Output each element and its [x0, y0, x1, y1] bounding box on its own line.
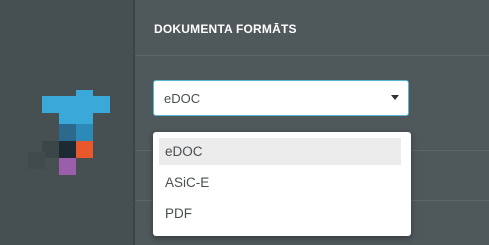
logo-pixel [59, 96, 76, 113]
format-option-pdf[interactable]: PDF [159, 200, 401, 227]
format-select-value: eDOC [164, 91, 201, 106]
logo-pixel [76, 90, 93, 107]
section-title: DOKUMENTA FORMĀTS [154, 22, 297, 36]
format-select[interactable]: eDOC [153, 80, 409, 116]
left-panel [0, 0, 133, 245]
format-dropdown-menu: eDOC ASiC-E PDF [153, 132, 411, 236]
dropdown-arrow-icon[interactable] [391, 95, 399, 100]
section-header: DOKUMENTA FORMĀTS [135, 0, 489, 56]
logo-pixel [76, 124, 93, 141]
logo-pixel [93, 96, 110, 113]
format-option-asic-e[interactable]: ASiC-E [159, 169, 401, 196]
logo-pixel [42, 96, 59, 113]
logo-pixel [28, 152, 45, 169]
format-option-edoc[interactable]: eDOC [159, 138, 401, 165]
logo-pixel [59, 158, 76, 175]
logo-pixel [76, 107, 93, 124]
logo-pixel [59, 124, 76, 141]
logo-pixel [76, 141, 93, 158]
logo-pixel [59, 141, 76, 158]
app-logo-icon [0, 0, 133, 245]
